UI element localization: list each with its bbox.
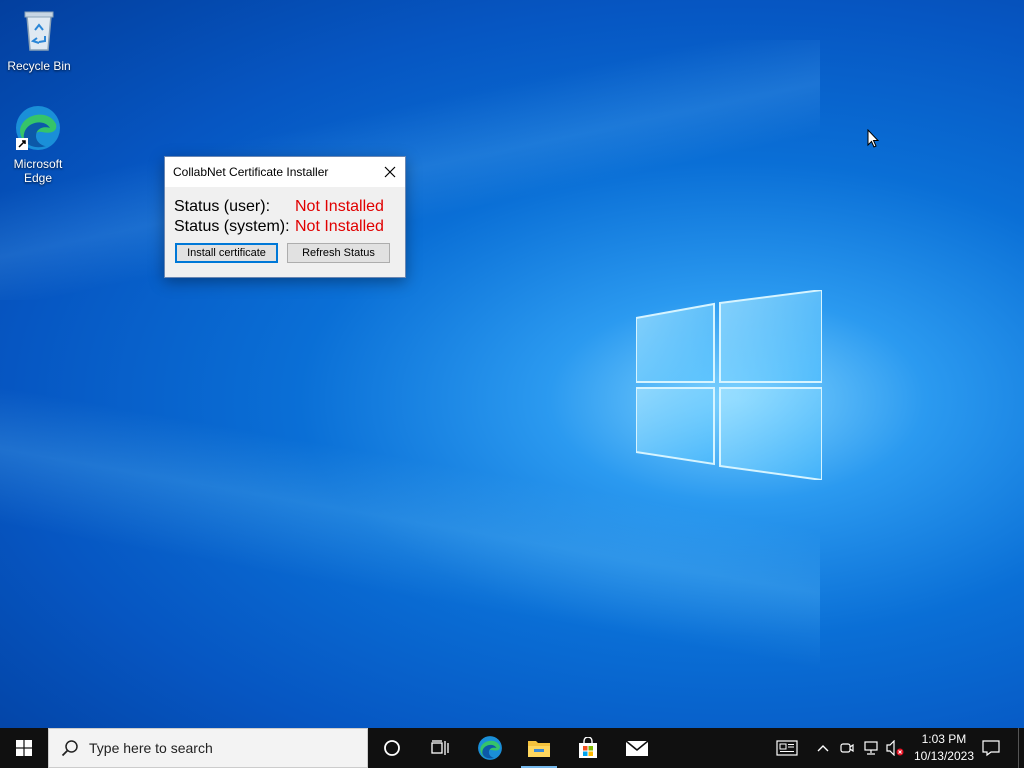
status-system-row: Status (system): Not Installed: [174, 218, 384, 236]
desktop-icon-label: Recycle Bin: [7, 59, 71, 73]
mail-icon: [625, 740, 649, 756]
status-user-value: Not Installed: [295, 198, 384, 215]
desktop-icon-recycle-bin[interactable]: Recycle Bin: [4, 6, 74, 73]
dialog-titlebar[interactable]: CollabNet Certificate Installer: [165, 157, 405, 187]
taskbar-store-button[interactable]: [564, 728, 612, 768]
recycle-bin-icon: [24, 11, 54, 51]
network-button[interactable]: [860, 728, 882, 768]
show-hidden-icons-button[interactable]: [812, 728, 834, 768]
cortana-icon: [384, 740, 400, 756]
clock-time: 1:03 PM: [921, 732, 967, 746]
taskbar-file-explorer-button[interactable]: [515, 728, 563, 768]
volume-muted-icon: [886, 740, 904, 756]
wallpaper-beam: [0, 40, 820, 300]
taskbar-clock[interactable]: 1:03 PM 10/13/2023: [914, 731, 974, 765]
close-button[interactable]: [375, 157, 405, 187]
action-center-button[interactable]: [976, 728, 1006, 768]
task-view-icon: [431, 740, 449, 755]
store-icon: [579, 737, 597, 758]
status-system-label: Status (system):: [174, 218, 290, 235]
network-icon: [864, 741, 878, 755]
cortana-button[interactable]: [368, 728, 416, 768]
search-icon: [61, 740, 78, 757]
news-button[interactable]: [772, 728, 802, 768]
certificate-installer-dialog: CollabNet Certificate Installer Status (…: [164, 156, 406, 278]
task-view-button[interactable]: [416, 728, 464, 768]
volume-button[interactable]: [884, 728, 906, 768]
taskbar: Type here to search 1:03 PM 10/13/2023: [0, 728, 1024, 768]
desktop-icon-label: Microsoft Edge: [13, 157, 63, 185]
meet-now-button[interactable]: [836, 728, 858, 768]
mouse-cursor-icon: [867, 129, 879, 148]
desktop-icon-edge[interactable]: Microsoft Edge: [3, 104, 73, 185]
meet-now-icon: [840, 743, 854, 753]
taskbar-search-box[interactable]: Type here to search: [48, 728, 368, 768]
news-icon: [776, 740, 798, 756]
chevron-up-icon: [817, 745, 829, 752]
taskbar-mail-button[interactable]: [613, 728, 661, 768]
refresh-status-button[interactable]: Refresh Status: [287, 243, 390, 263]
close-icon: [384, 166, 396, 178]
status-user-label: Status (user):: [174, 198, 271, 215]
status-user-row: Status (user): Not Installed: [174, 198, 384, 216]
clock-date: 10/13/2023: [913, 749, 974, 763]
notification-icon: [982, 740, 1000, 757]
edge-icon: [16, 106, 60, 150]
file-explorer-icon: [528, 741, 550, 757]
start-button[interactable]: [0, 728, 48, 768]
install-certificate-button[interactable]: Install certificate: [175, 243, 278, 263]
dialog-title: CollabNet Certificate Installer: [173, 165, 329, 179]
status-system-value: Not Installed: [295, 218, 384, 235]
show-desktop-button[interactable]: [1018, 728, 1024, 768]
taskbar-edge-button[interactable]: [466, 728, 514, 768]
windows-start-icon: [16, 740, 32, 756]
edge-icon: [478, 736, 502, 760]
windows-logo-wallpaper: [636, 290, 822, 480]
search-placeholder: Type here to search: [89, 740, 213, 756]
